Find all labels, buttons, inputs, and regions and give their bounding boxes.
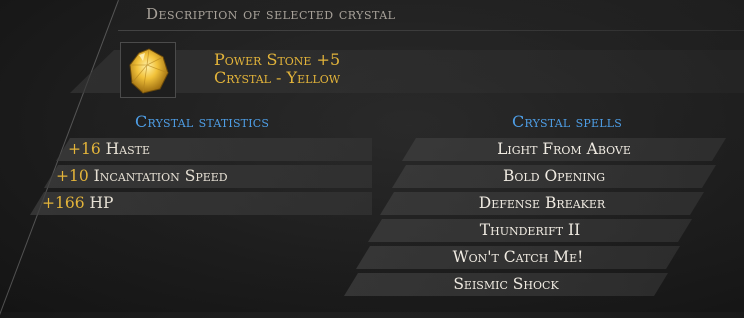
stat-name: HP	[89, 194, 114, 212]
stat-value: +10	[56, 167, 89, 185]
stat-row: +10 Incantation Speed	[44, 165, 372, 188]
spell-row[interactable]: Bold Opening	[392, 165, 716, 188]
spell-row[interactable]: Defense Breaker	[380, 192, 704, 215]
statistics-title: Crystal statistics	[135, 112, 270, 131]
spell-row[interactable]: Seismic Shock	[344, 273, 668, 296]
spell-name: Seismic Shock	[453, 275, 559, 293]
spell-name: Light From Above	[497, 140, 631, 158]
spell-row[interactable]: Won't Catch Me!	[356, 246, 680, 269]
stat-row: +16 Haste	[56, 138, 372, 161]
stat-value: +16	[68, 140, 101, 158]
spell-name: Thunderift II	[479, 221, 581, 239]
stat-value: +166	[42, 194, 85, 212]
spell-name: Won't Catch Me!	[452, 248, 584, 266]
spells-title: Crystal spells	[512, 112, 622, 131]
yellow-crystal-icon	[129, 48, 169, 94]
panel-header: Description of selected crystal	[146, 5, 396, 23]
stat-name: Incantation Speed	[93, 167, 228, 185]
spell-row[interactable]: Light From Above	[402, 138, 726, 161]
item-name: Power Stone +5	[214, 50, 341, 69]
item-type: Crystal - Yellow	[214, 68, 341, 87]
spell-row[interactable]: Thunderift II	[368, 219, 692, 242]
crystal-icon-frame[interactable]	[120, 42, 176, 98]
spell-name: Bold Opening	[503, 167, 605, 185]
spell-name: Defense Breaker	[478, 194, 606, 212]
stat-name: Haste	[105, 140, 151, 158]
header-divider	[118, 30, 744, 31]
stat-row: +166 HP	[30, 192, 372, 215]
